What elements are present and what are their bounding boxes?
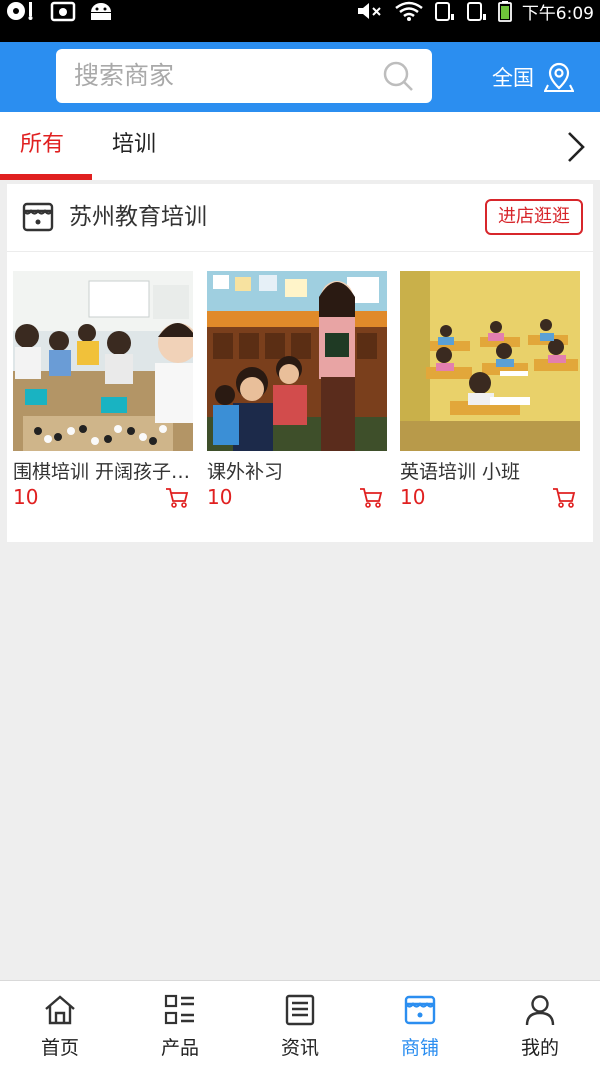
add-to-cart-icon[interactable] [359, 487, 383, 509]
shop-name[interactable]: 苏州教育培训 [69, 184, 207, 250]
store-icon[interactable] [403, 993, 437, 1027]
product-price: 10 [400, 485, 426, 509]
sim-signal-2-icon [466, 2, 486, 21]
wifi-icon [395, 1, 423, 21]
tab-all[interactable]: 所有 [20, 112, 64, 180]
enter-shop-button[interactable]: 进店逛逛 [485, 199, 583, 235]
nav-label[interactable]: 资讯 [240, 1033, 360, 1060]
sim-signal-icon [434, 2, 454, 21]
nav-item-profile[interactable]: 我的 [480, 981, 600, 1067]
search-placeholder[interactable]: 搜索商家 [74, 49, 174, 103]
nav-label[interactable]: 首页 [0, 1033, 120, 1060]
product-card[interactable]: 围棋培训 开阔孩子视野 10 [13, 271, 193, 509]
news-icon[interactable] [283, 993, 317, 1027]
product-image-tutoring[interactable] [207, 271, 387, 451]
home-icon[interactable] [43, 993, 77, 1027]
list-icon[interactable] [163, 993, 197, 1027]
region-label[interactable]: 全国 [492, 62, 534, 92]
add-to-cart-icon[interactable] [165, 487, 189, 509]
product-price: 10 [13, 485, 39, 509]
product-price: 10 [207, 485, 233, 509]
top-header: 搜索商家 全国 [0, 42, 600, 112]
store-icon [22, 202, 54, 232]
status-bar-right-icons: 下午6:09 [356, 0, 594, 24]
nav-item-news[interactable]: 资讯 [240, 981, 360, 1067]
nav-item-stores[interactable]: 商铺 [360, 981, 480, 1067]
nav-item-home[interactable]: 首页 [0, 981, 120, 1067]
chevron-right-icon[interactable] [566, 130, 586, 164]
nav-label[interactable]: 产品 [120, 1033, 240, 1060]
search-bar[interactable]: 搜索商家 [56, 49, 432, 103]
status-bar: 下午6:09 [0, 0, 600, 42]
music-icon [7, 2, 33, 20]
mute-icon [357, 3, 381, 19]
battery-icon [497, 1, 512, 22]
category-tabs: 所有 培训 [0, 112, 600, 180]
status-time: 下午6:09 [521, 3, 594, 24]
nav-item-products[interactable]: 产品 [120, 981, 240, 1067]
region-selector[interactable]: 全国 [492, 42, 574, 112]
nav-label[interactable]: 我的 [480, 1033, 600, 1060]
screenshot-icon [50, 1, 76, 22]
product-card[interactable]: 英语培训 小班 10 [400, 271, 580, 509]
location-icon[interactable] [544, 61, 574, 93]
product-name[interactable]: 围棋培训 开阔孩子视野 [13, 457, 191, 484]
product-name[interactable]: 英语培训 小班 [400, 457, 578, 484]
tab-training[interactable]: 培训 [112, 112, 156, 180]
search-icon[interactable] [382, 60, 414, 92]
android-icon [91, 3, 111, 20]
product-image-go-class[interactable] [13, 271, 193, 451]
active-tab-indicator [0, 174, 92, 180]
status-bar-left-icons [4, 0, 114, 22]
product-name[interactable]: 课外补习 [207, 457, 385, 484]
product-image-english-class[interactable] [400, 271, 580, 451]
shop-header[interactable]: 苏州教育培训 进店逛逛 [7, 184, 593, 252]
bottom-navigation: 首页 产品 资讯 商铺 我的 [0, 980, 600, 1067]
nav-label[interactable]: 商铺 [360, 1033, 480, 1060]
user-icon[interactable] [523, 993, 557, 1027]
product-card[interactable]: 课外补习 10 [207, 271, 387, 509]
add-to-cart-icon[interactable] [552, 487, 576, 509]
shop-card: 苏州教育培训 进店逛逛 围棋培训 开阔孩子视野 10 课外补习 10 英语培训 … [7, 184, 593, 542]
